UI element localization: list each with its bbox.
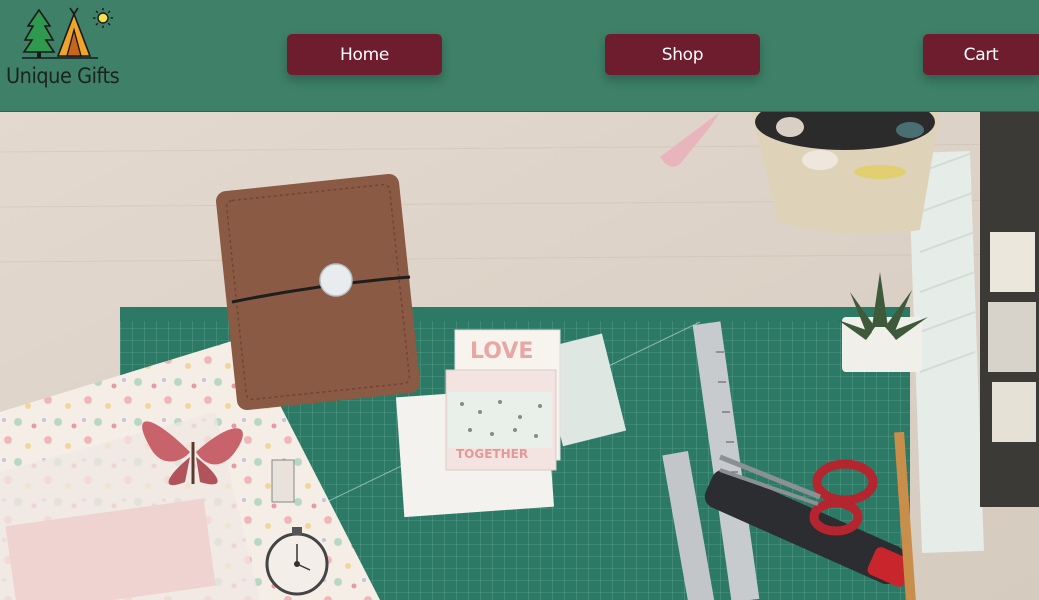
love-sticker-text: LOVE	[470, 339, 533, 364]
pen-cup	[752, 112, 940, 235]
site-header: Unique Gifts Home Shop Cart	[0, 0, 1039, 112]
brand-logo[interactable]: Unique Gifts	[4, 6, 124, 96]
logo-mark-icon	[22, 7, 113, 59]
sun-icon	[93, 8, 113, 28]
nav-cart-button[interactable]: Cart	[923, 34, 1039, 75]
leather-notebook	[215, 173, 421, 411]
nav-shop-button[interactable]: Shop	[605, 34, 760, 75]
craft-desk-illustration: LOVE TOGETHER	[0, 112, 1039, 600]
nav-home-button[interactable]: Home	[287, 34, 442, 75]
tent-icon	[56, 7, 92, 57]
tree-icon	[22, 8, 56, 58]
brand-name: Unique Gifts	[6, 64, 120, 88]
together-sticker-text: TOGETHER	[456, 447, 528, 461]
hero-image: LOVE TOGETHER	[0, 112, 1039, 600]
